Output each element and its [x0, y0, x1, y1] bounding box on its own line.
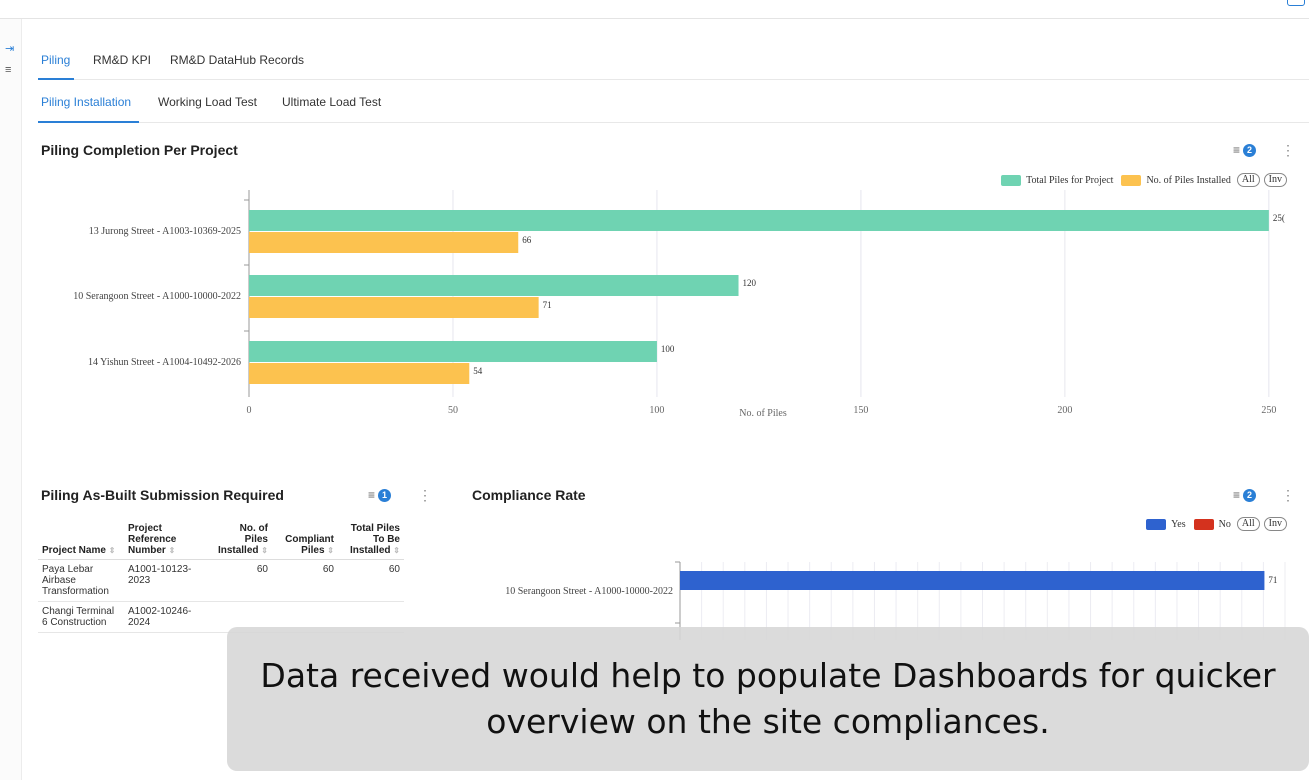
- primary-tabs: Piling RM&D KPI RM&D DataHub Records: [38, 40, 1309, 80]
- completion-panel-title: Piling Completion Per Project: [41, 142, 238, 158]
- tab-ultimate-load-test[interactable]: Ultimate Load Test: [282, 95, 381, 109]
- cell-reference-number: A1002-10246-2024: [124, 601, 210, 633]
- col-project-name[interactable]: Project Name ⇕: [38, 520, 124, 560]
- legend-swatch-yes: [1146, 518, 1167, 530]
- legend-swatch-no: [1193, 518, 1214, 530]
- data-label: 54: [473, 366, 483, 376]
- x-tick-label: 200: [1057, 405, 1072, 416]
- sort-icon[interactable]: ⇕: [327, 546, 334, 555]
- table-row[interactable]: Paya Lebar Airbase Transformation A1001-…: [38, 559, 404, 602]
- legend-inv-button[interactable]: Inv: [1263, 173, 1287, 187]
- sort-icon[interactable]: ⇕: [261, 546, 268, 555]
- compliance-panel-title: Compliance Rate: [472, 487, 586, 503]
- compliance-legend: Yes No All Inv: [1146, 517, 1287, 531]
- compliance-bar-chart: 71 10 Serangoon Street - A1000-10000-2022: [505, 561, 1286, 640]
- asbuilt-filter-button[interactable]: ≡ 1: [368, 488, 392, 502]
- legend-label-installed[interactable]: No. of Piles Installed: [1146, 175, 1230, 186]
- secondary-tabs: Piling Installation Working Load Test Ul…: [38, 80, 1309, 123]
- bar-installed: [249, 232, 519, 253]
- tab-working-load-test[interactable]: Working Load Test: [158, 95, 257, 109]
- y-tick-label: 14 Yishun Street - A1004-10492-2026: [88, 357, 241, 368]
- x-tick-label: 0: [247, 405, 252, 416]
- asbuilt-table: Project Name ⇕ Project Reference Number …: [38, 520, 404, 633]
- legend-swatch-installed: [1121, 174, 1142, 186]
- completion-filter-button[interactable]: ≡ 2: [1233, 143, 1257, 157]
- table-header-row: Project Name ⇕ Project Reference Number …: [38, 520, 404, 560]
- caption-overlay: Data received would help to populate Das…: [227, 627, 1309, 771]
- bar-installed: [249, 297, 539, 318]
- sort-icon[interactable]: ⇕: [169, 546, 176, 555]
- sort-icon[interactable]: ⇕: [393, 546, 400, 555]
- tab-rmd-kpi[interactable]: RM&D KPI: [93, 53, 151, 67]
- filter-icon: ≡: [1233, 143, 1241, 157]
- x-tick-label: 50: [448, 405, 458, 416]
- col-compliant-piles[interactable]: Compliant Piles ⇕: [272, 520, 338, 560]
- legend-label-total[interactable]: Total Piles for Project: [1026, 175, 1113, 186]
- col-piles-installed[interactable]: No. of Piles Installed ⇕: [210, 520, 272, 560]
- legend-all-button[interactable]: All: [1236, 517, 1260, 531]
- legend-label-yes[interactable]: Yes: [1171, 519, 1186, 530]
- filter-icon[interactable]: ≡: [5, 64, 11, 76]
- cell-project-name: Changi Terminal 6 Construction: [38, 601, 124, 633]
- completion-bar-chart: 0 50 100 150 200 250 No. of Piles 13 Jurong Str…: [73, 190, 1285, 419]
- cell-piles-installed: 60: [210, 559, 272, 602]
- filter-count-badge: 1: [378, 488, 392, 502]
- y-tick-label: 13 Jurong Street - A1003-10369-2025: [89, 226, 241, 237]
- data-label: 25(: [1273, 213, 1285, 223]
- bar-total: [249, 210, 1269, 231]
- sort-icon[interactable]: ⇕: [109, 546, 116, 555]
- x-axis-label: No. of Piles: [739, 408, 787, 419]
- caption-text: Data received would help to populate Das…: [260, 656, 1276, 741]
- x-tick-label: 100: [649, 405, 664, 416]
- cell-project-name: Paya Lebar Airbase Transformation: [38, 559, 124, 602]
- x-tick-label: 150: [853, 405, 868, 416]
- tab-piling[interactable]: Piling: [41, 53, 70, 67]
- tab-rmd-datahub-records[interactable]: RM&D DataHub Records: [170, 53, 304, 67]
- compliance-more-icon[interactable]: ⋮: [1281, 488, 1295, 502]
- completion-more-icon[interactable]: ⋮: [1281, 143, 1295, 157]
- corner-button[interactable]: [1287, 0, 1305, 6]
- legend-label-no[interactable]: No: [1219, 519, 1231, 530]
- x-tick-label: 250: [1261, 405, 1276, 416]
- asbuilt-panel-title: Piling As-Built Submission Required: [41, 487, 284, 503]
- col-total-piles[interactable]: Total Piles To Be Installed ⇕: [338, 520, 404, 560]
- legend-swatch-total: [1001, 174, 1022, 186]
- y-tick-label: 10 Serangoon Street - A1000-10000-2022: [73, 291, 241, 302]
- filter-count-badge: 2: [1243, 143, 1257, 157]
- col-project-reference-number[interactable]: Project Reference Number ⇕: [124, 520, 210, 560]
- expand-sidebar-icon[interactable]: ⇥: [5, 43, 14, 55]
- data-label: 71: [1268, 575, 1277, 585]
- bar-yes: [680, 571, 1265, 590]
- active-subtab-indicator: [38, 121, 139, 123]
- asbuilt-more-icon[interactable]: ⋮: [418, 488, 432, 502]
- legend-all-button[interactable]: All: [1236, 173, 1260, 187]
- cell-reference-number: A1001-10123-2023: [124, 559, 210, 602]
- cell-compliant-piles: 60: [272, 559, 338, 602]
- filter-icon: ≡: [368, 488, 376, 502]
- data-label: 100: [661, 344, 675, 354]
- filter-count-badge: 2: [1243, 488, 1257, 502]
- data-label: 66: [522, 235, 532, 245]
- completion-legend: Total Piles for Project No. of Piles Ins…: [1001, 173, 1287, 187]
- bar-total: [249, 341, 657, 362]
- legend-inv-button[interactable]: Inv: [1263, 517, 1287, 531]
- cell-total-piles: 60: [338, 559, 404, 602]
- compliance-filter-button[interactable]: ≡ 2: [1233, 488, 1257, 502]
- tab-piling-installation[interactable]: Piling Installation: [41, 95, 131, 109]
- data-label: 120: [743, 278, 757, 288]
- filter-icon: ≡: [1233, 488, 1241, 502]
- bar-installed: [249, 363, 470, 384]
- bar-total: [249, 275, 739, 296]
- data-label: 71: [543, 300, 552, 310]
- top-bar: [0, 0, 1309, 19]
- y-tick-label: 10 Serangoon Street - A1000-10000-2022: [505, 586, 673, 597]
